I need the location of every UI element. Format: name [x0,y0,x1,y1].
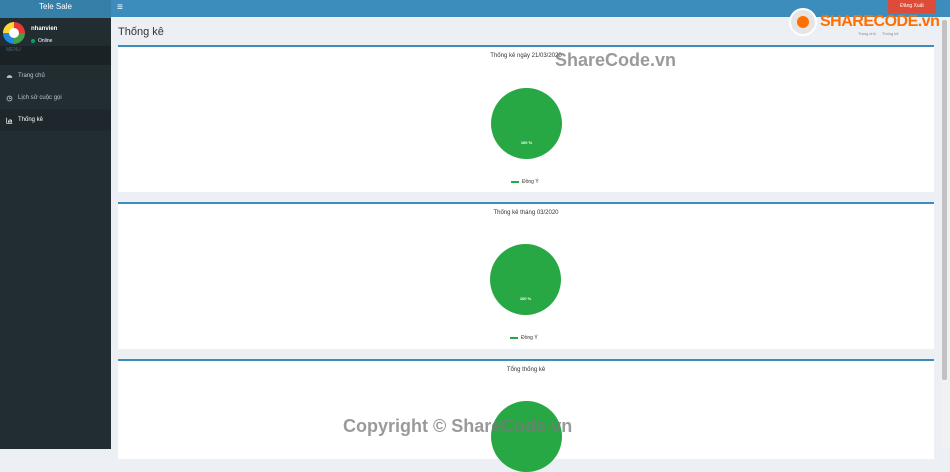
menu-header: MENU [0,46,111,65]
chart-title: Thống kê ngày 21/03/2020 [490,53,562,59]
slice-label: 100 % [519,296,532,301]
sidebar-item-statistics[interactable]: Thống kê [0,109,111,131]
user-status-label: Online [38,38,53,44]
breadcrumb: Trang chủ Thống kê [858,31,899,36]
pie-slice: 100 % [491,88,562,159]
sidebar-item-label: Thống kê [18,117,44,123]
legend-swatch [511,181,519,183]
copyright-watermark: Copyright © ShareCode.vn [343,416,573,436]
legend-label: Đồng Ý [521,335,538,341]
user-name: nhanvien [31,26,58,32]
avatar [3,22,25,44]
chart-box-monthly: Thống kê tháng 03/2020 100 % Đồng Ý [118,202,934,349]
chart-box-total: Tổng thống kê [118,359,934,472]
legend-item[interactable]: Đồng Ý [511,179,539,185]
slice-label: 100 % [520,140,533,145]
legend-item[interactable]: Đồng Ý [510,335,538,341]
chart-title: Thống kê tháng 03/2020 [493,210,559,216]
breadcrumb-current: Thống kê [881,31,899,36]
sidebar-item-label: Trang chủ [18,73,45,79]
chart-box-daily: Thống kê ngày 21/03/2020 100 % Đồng Ý [118,45,934,192]
bar-chart-icon [6,117,13,124]
chart-title: Tổng thống kê [506,367,546,373]
watermark-text: ShareCode.vn [555,50,677,70]
app-title[interactable]: Tele Sale [0,0,111,18]
history-icon [6,95,13,101]
dashboard-icon [6,74,13,78]
breadcrumb-home[interactable]: Trang chủ [858,31,876,36]
sidebar-item-home[interactable]: Trang chủ [0,65,111,87]
user-status: Online [31,38,52,44]
legend-label: Đồng Ý [522,179,539,185]
sharecode-logo-icon [789,8,817,36]
menu-toggle-icon[interactable]: ≡ [117,2,123,13]
sidebar-item-call-history[interactable]: Lịch sử cuộc gọi [0,87,111,109]
legend-swatch [510,337,518,339]
pie-slice: 100 % [490,244,561,315]
page-title: Thống kê [118,26,164,38]
online-dot-icon [31,39,35,43]
sidebar-item-label: Lịch sử cuộc gọi [18,95,62,101]
user-panel: nhanvien Online [0,18,111,46]
scrollbar-thumb[interactable] [942,20,947,380]
sidebar: Tele Sale nhanvien Online MENU Trang chủ… [0,0,111,449]
